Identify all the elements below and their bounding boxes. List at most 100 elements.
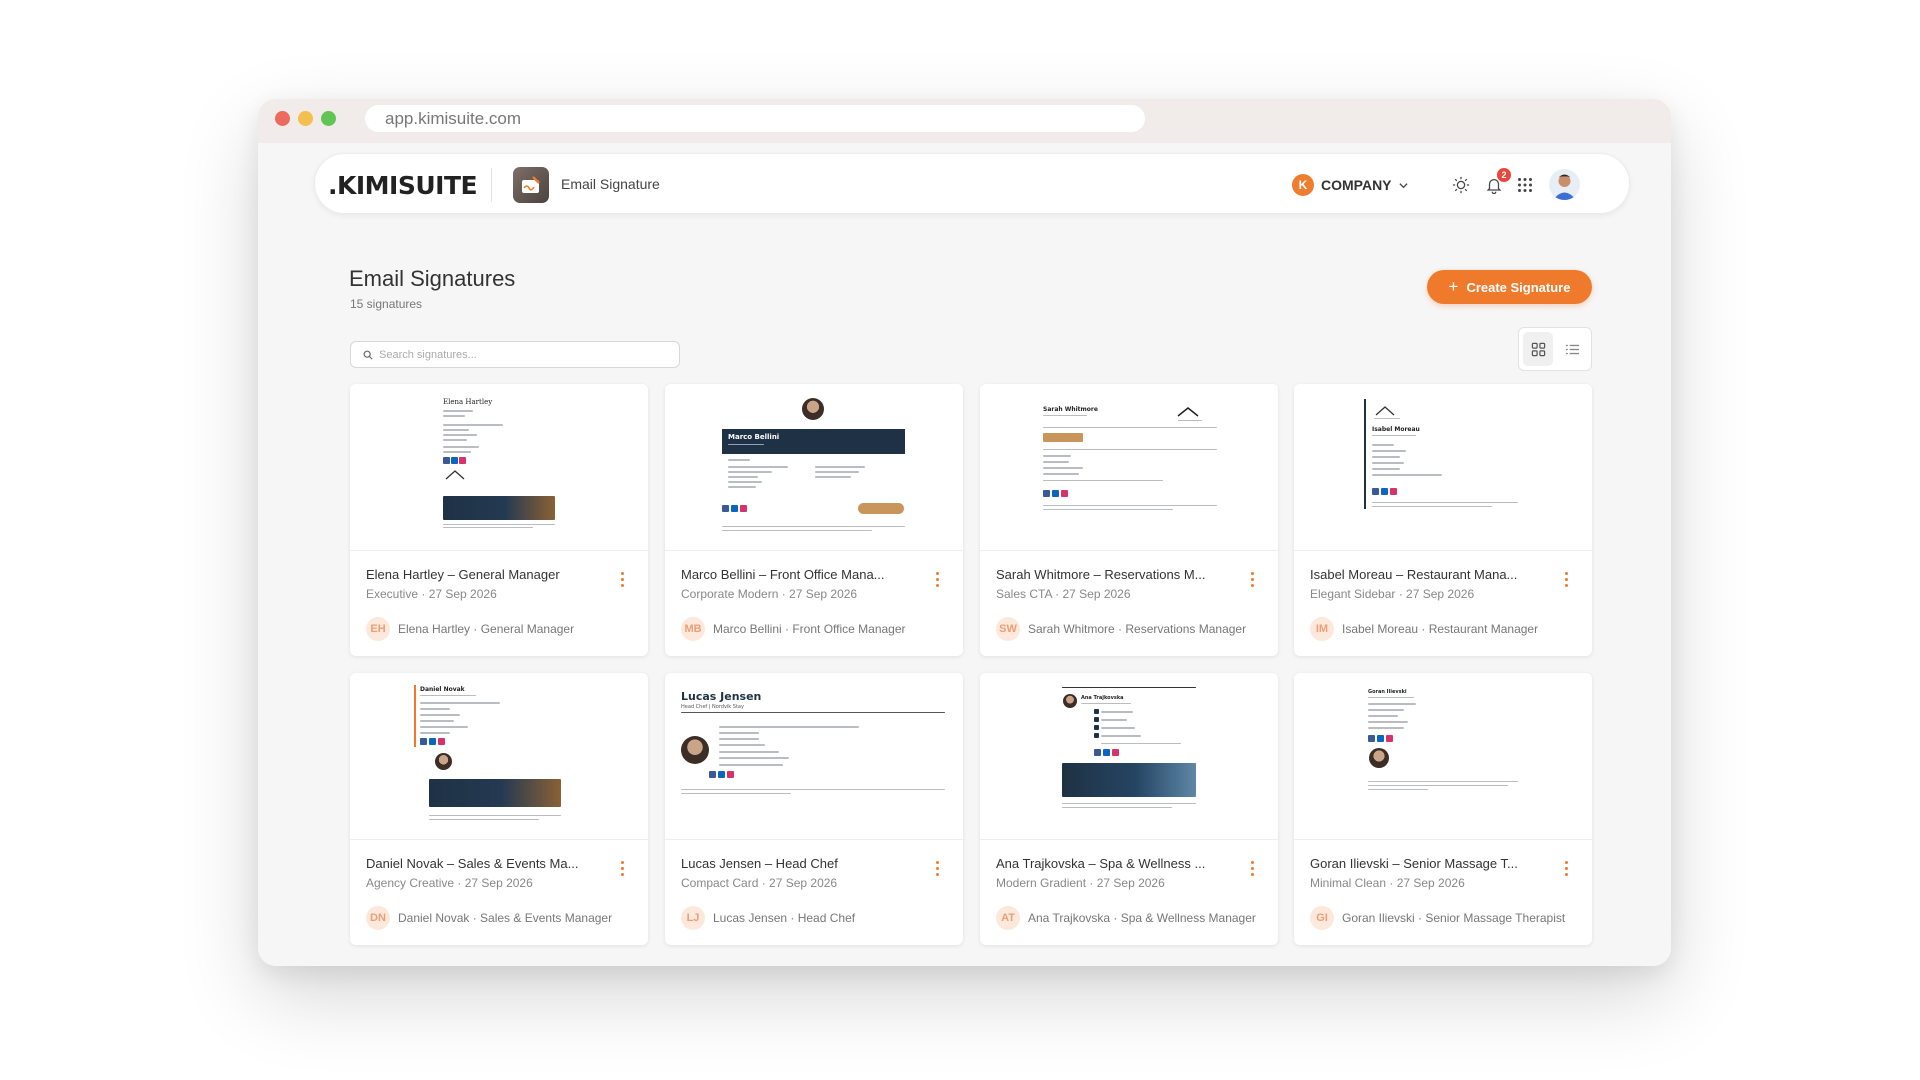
sidebar-accent-line bbox=[1364, 399, 1366, 509]
owner-initials: GI bbox=[1310, 906, 1334, 930]
card-meta: Modern Gradient · 27 Sep 2026 bbox=[996, 876, 1165, 890]
card-title: Sarah Whitmore – Reservations M... bbox=[996, 567, 1206, 582]
facebook-icon bbox=[1372, 488, 1379, 495]
spa-banner-image bbox=[1062, 763, 1196, 797]
more-options-icon[interactable] bbox=[1246, 858, 1258, 878]
card-owner: LJ Lucas Jensen · Head Chef bbox=[681, 906, 855, 930]
chevron-down-icon bbox=[1398, 182, 1408, 188]
preview-name: Daniel Novak bbox=[420, 686, 465, 693]
name-banner: Marco Bellini bbox=[722, 429, 905, 454]
grid-view-button[interactable] bbox=[1523, 332, 1553, 366]
profile-photo bbox=[802, 398, 824, 420]
signature-card[interactable]: Marco Bellini Marco Bellini – Front Offi… bbox=[665, 384, 963, 656]
card-title: Elena Hartley – General Manager bbox=[366, 567, 560, 582]
list-view-icon bbox=[1565, 344, 1579, 354]
facebook-icon bbox=[443, 457, 450, 464]
owner-initials: IM bbox=[1310, 617, 1334, 641]
signature-pen-icon bbox=[522, 176, 540, 193]
signature-card[interactable]: Daniel Novak Daniel Novak – Sales & Even… bbox=[350, 673, 648, 945]
nav-divider bbox=[491, 168, 492, 202]
linkedin-icon bbox=[1052, 490, 1059, 497]
owner-label: Elena Hartley · General Manager bbox=[398, 622, 575, 636]
signature-card[interactable]: Elena Hartley Elena Hartley – General Ma… bbox=[350, 384, 648, 656]
owner-label: Sarah Whitmore · Reservations Manager bbox=[1028, 622, 1247, 636]
search-icon bbox=[363, 350, 373, 360]
card-owner: MB Marco Bellini · Front Office Manager bbox=[681, 617, 906, 641]
card-owner: GI Goran Ilievski · Senior Massage Thera… bbox=[1310, 906, 1565, 930]
email-signature-app-icon[interactable] bbox=[513, 167, 549, 203]
hotel-banner-image bbox=[443, 496, 555, 520]
owner-initials: EH bbox=[366, 617, 390, 641]
view-toggle bbox=[1518, 327, 1592, 371]
more-options-icon[interactable] bbox=[1560, 569, 1572, 589]
owner-label: Isabel Moreau · Restaurant Manager bbox=[1342, 622, 1539, 636]
close-window-button[interactable] bbox=[275, 111, 290, 126]
profile-photo bbox=[1369, 748, 1389, 768]
notification-badge: 2 bbox=[1497, 168, 1511, 182]
signature-card[interactable]: Sarah Whitmore Sarah Whitmore – Reservat… bbox=[980, 384, 1278, 656]
browser-chrome: app.kimisuite.com bbox=[258, 99, 1671, 143]
create-signature-button[interactable]: + Create Signature bbox=[1427, 270, 1592, 304]
instagram-icon bbox=[459, 457, 466, 464]
logo-text: .KIMISUITE bbox=[328, 171, 478, 200]
signature-card[interactable]: Isabel Moreau Isabel Moreau – Restaurant… bbox=[1294, 384, 1592, 656]
owner-initials: DN bbox=[366, 906, 390, 930]
maximize-window-button[interactable] bbox=[321, 111, 336, 126]
more-options-icon[interactable] bbox=[616, 858, 628, 878]
owner-label: Goran Ilievski · Senior Massage Therapis… bbox=[1342, 911, 1566, 925]
signature-preview[interactable]: Marco Bellini bbox=[665, 384, 963, 551]
facebook-icon bbox=[1368, 735, 1375, 742]
signature-preview[interactable]: Lucas Jensen Head Chef | Nordvik Stay bbox=[665, 673, 963, 840]
linkedin-icon bbox=[1377, 735, 1384, 742]
linkedin-icon bbox=[451, 457, 458, 464]
minimize-window-button[interactable] bbox=[298, 111, 313, 126]
card-meta: Sales CTA · 27 Sep 2026 bbox=[996, 587, 1131, 601]
owner-initials: LJ bbox=[681, 906, 705, 930]
signature-preview[interactable]: Ana Trajkovska bbox=[980, 673, 1278, 840]
signature-preview[interactable]: Sarah Whitmore bbox=[980, 384, 1278, 551]
theme-toggle-button[interactable] bbox=[1448, 172, 1474, 198]
page-title: Email Signatures bbox=[349, 266, 516, 291]
apps-menu-button[interactable] bbox=[1512, 172, 1538, 198]
user-avatar[interactable] bbox=[1549, 169, 1580, 200]
signature-preview[interactable]: Daniel Novak bbox=[350, 673, 648, 840]
create-signature-label: Create Signature bbox=[1466, 279, 1571, 295]
signature-preview[interactable]: Isabel Moreau bbox=[1294, 384, 1592, 551]
more-options-icon[interactable] bbox=[931, 569, 943, 589]
signature-card[interactable]: Ana Trajkovska Ana Trajkovska – Spa & We… bbox=[980, 673, 1278, 945]
more-options-icon[interactable] bbox=[1246, 569, 1258, 589]
instagram-icon bbox=[1112, 749, 1119, 756]
browser-window: app.kimisuite.com .KIMISUITE Email Signa… bbox=[258, 99, 1671, 966]
card-owner: EH Elena Hartley · General Manager bbox=[366, 617, 574, 641]
card-title: Goran Ilievski – Senior Massage T... bbox=[1310, 856, 1518, 871]
more-options-icon[interactable] bbox=[931, 858, 943, 878]
profile-photo bbox=[681, 736, 709, 764]
instagram-icon bbox=[438, 738, 445, 745]
kimisuite-logo[interactable]: .KIMISUITE bbox=[328, 171, 478, 200]
company-switcher[interactable]: K COMPANY bbox=[1292, 172, 1408, 198]
company-avatar: K bbox=[1292, 174, 1314, 196]
facebook-icon bbox=[722, 505, 729, 512]
card-title: Lucas Jensen – Head Chef bbox=[681, 856, 838, 871]
preview-name: Goran Ilievski bbox=[1368, 689, 1407, 695]
more-options-icon[interactable] bbox=[616, 569, 628, 589]
signature-card[interactable]: Goran Ilievski Goran Ilievski – Senior M bbox=[1294, 673, 1592, 945]
search-box bbox=[350, 341, 680, 368]
more-options-icon[interactable] bbox=[1560, 858, 1572, 878]
owner-label: Lucas Jensen · Head Chef bbox=[713, 911, 856, 925]
card-meta: Agency Creative · 27 Sep 2026 bbox=[366, 876, 533, 890]
instagram-icon bbox=[1061, 490, 1068, 497]
signature-card[interactable]: Lucas Jensen Head Chef | Nordvik Stay Lu… bbox=[665, 673, 963, 945]
signature-preview[interactable]: Goran Ilievski bbox=[1294, 673, 1592, 840]
card-title: Daniel Novak – Sales & Events Ma... bbox=[366, 856, 579, 871]
company-label: COMPANY bbox=[1321, 177, 1392, 193]
list-view-button[interactable] bbox=[1557, 332, 1587, 366]
preview-role: Head Chef | Nordvik Stay bbox=[681, 704, 744, 710]
facebook-icon bbox=[709, 771, 716, 778]
address-bar[interactable]: app.kimisuite.com bbox=[365, 105, 1145, 132]
grid-view-icon bbox=[1531, 342, 1545, 356]
notifications-button[interactable]: 2 bbox=[1481, 168, 1511, 198]
book-stay-button-preview bbox=[1043, 433, 1083, 442]
search-input[interactable] bbox=[379, 348, 669, 361]
signature-preview[interactable]: Elena Hartley bbox=[350, 384, 648, 551]
